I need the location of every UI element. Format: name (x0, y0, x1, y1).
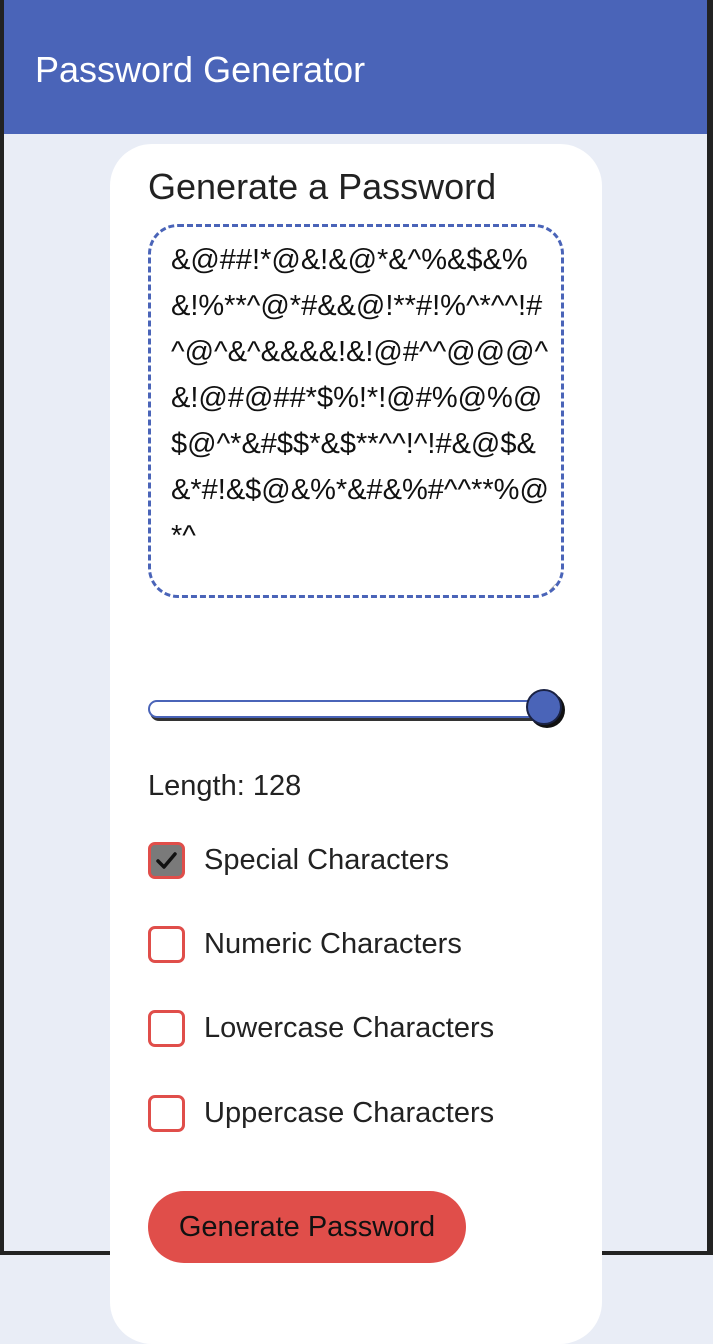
length-label: Length: (148, 770, 253, 802)
app-header: Password Generator (4, 0, 707, 134)
option-uppercase-characters[interactable]: Uppercase Characters (148, 1095, 568, 1135)
password-textarea[interactable]: &@##!*@&!&@*&^%&$&%&!%**^@*#&&@!**#!%^*^… (148, 224, 564, 598)
option-special-characters[interactable]: Special Characters (148, 842, 568, 882)
app-title: Password Generator (35, 49, 366, 90)
resize-grip-icon[interactable] (549, 583, 557, 591)
numeric-characters-label[interactable]: Numeric Characters (204, 926, 462, 963)
length-display: Length: 128 (148, 768, 301, 804)
special-characters-label[interactable]: Special Characters (204, 842, 449, 879)
generate-password-button[interactable]: Generate Password (148, 1191, 466, 1263)
special-characters-checkbox[interactable] (148, 842, 185, 879)
numeric-characters-checkbox[interactable] (148, 926, 185, 963)
option-numeric-characters[interactable]: Numeric Characters (148, 926, 568, 966)
length-slider[interactable] (148, 689, 566, 730)
lowercase-characters-checkbox[interactable] (148, 1010, 185, 1047)
generator-card: Generate a Password &@##!*@&!&@*&^%&$&%&… (110, 144, 602, 1344)
uppercase-characters-label[interactable]: Uppercase Characters (204, 1095, 494, 1132)
option-lowercase-characters[interactable]: Lowercase Characters (148, 1010, 568, 1050)
slider-thumb[interactable] (526, 689, 562, 725)
length-value: 128 (252, 770, 302, 802)
password-output[interactable]: &@##!*@&!&@*&^%&$&%&!%**^@*#&&@!**#!%^*^… (171, 237, 553, 559)
card-title: Generate a Password (148, 166, 497, 207)
lowercase-characters-label[interactable]: Lowercase Characters (204, 1010, 494, 1047)
checkmark-icon (156, 852, 177, 869)
slider-track[interactable] (148, 700, 548, 718)
uppercase-characters-checkbox[interactable] (148, 1095, 185, 1132)
